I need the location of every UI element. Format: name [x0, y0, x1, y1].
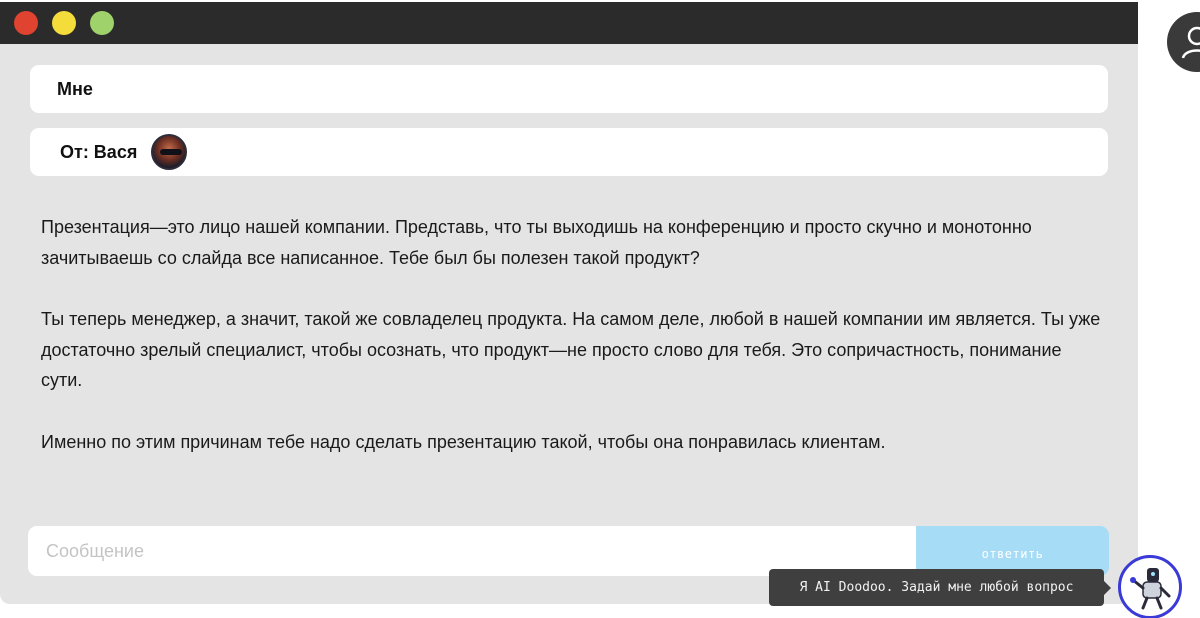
user-profile-button[interactable]	[1167, 12, 1200, 72]
message-paragraph: Именно по этим причинам тебе надо сделат…	[41, 431, 886, 452]
minimize-window-button[interactable]	[52, 11, 76, 35]
maximize-window-button[interactable]	[90, 11, 114, 35]
ai-assistant-tooltip: Я AI Doodoo. Задай мне любой вопрос	[769, 569, 1111, 606]
recipient-field: Мне	[30, 65, 1108, 113]
recipient-label: Мне	[57, 78, 93, 99]
user-icon	[1181, 26, 1200, 59]
close-window-button[interactable]	[14, 11, 38, 35]
sender-avatar	[151, 134, 188, 170]
sender-label: От: Вася	[60, 141, 138, 162]
sender-field: От: Вася	[30, 128, 1108, 176]
message-paragraph: Презентация—это лицо нашей компании. Пре…	[41, 217, 1032, 268]
title-bar	[0, 2, 1138, 44]
message-body: Презентация—это лицо нашей компании. Пре…	[41, 212, 1101, 488]
avatar-glasses-icon	[160, 149, 183, 155]
ai-assistant-button[interactable]	[1118, 555, 1182, 618]
mail-window: Мне От: Вася Презентация—это лицо нашей …	[0, 2, 1138, 604]
message-paragraph: Ты теперь менеджер, а значит, такой же с…	[41, 309, 1101, 390]
robot-icon	[1130, 568, 1171, 610]
